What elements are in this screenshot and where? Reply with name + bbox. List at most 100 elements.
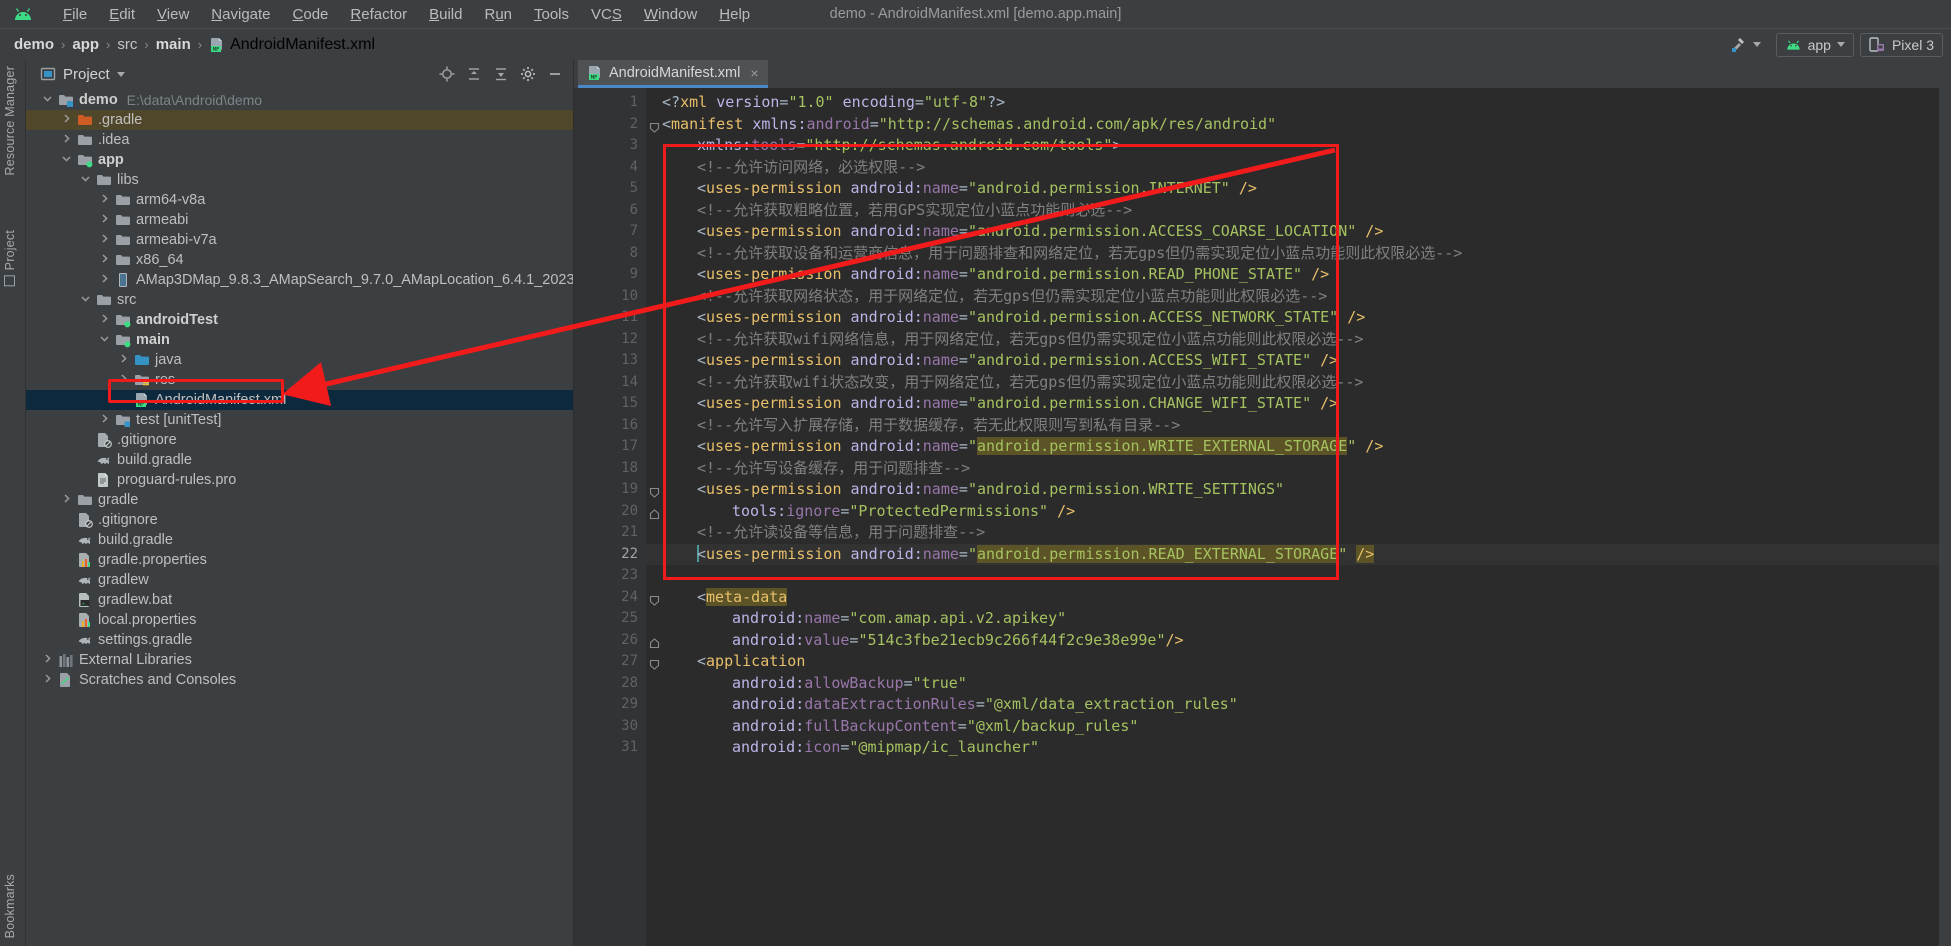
code-line[interactable]: <uses-permission android:name="android.p… (646, 393, 1951, 415)
line-number[interactable]: 25 (574, 608, 646, 630)
chevron-right-icon[interactable] (40, 673, 54, 687)
breadcrumb-app[interactable]: app (72, 36, 99, 53)
tree-item-main[interactable]: main (26, 330, 573, 350)
hide-panel-icon[interactable] (545, 64, 565, 84)
chevron-right-icon[interactable] (40, 653, 54, 667)
line-number[interactable]: 2 (574, 114, 660, 136)
code-line[interactable]: <uses-permission android:name="android.p… (646, 350, 1951, 372)
menu-build[interactable]: Build (418, 4, 473, 25)
expand-all-icon[interactable] (491, 64, 511, 84)
menu-refactor[interactable]: Refactor (339, 4, 418, 25)
line-number[interactable]: 30 (574, 716, 646, 738)
run-configuration-selector[interactable]: app (1775, 32, 1854, 57)
code-line[interactable]: <application (646, 651, 1951, 673)
tree-item-build-gradle[interactable]: build.gradle (26, 450, 573, 470)
code-line[interactable] (646, 565, 1951, 587)
chevron-down-icon[interactable] (40, 93, 54, 107)
code-line[interactable]: <meta-data (646, 587, 1951, 609)
menu-run[interactable]: Run (473, 4, 523, 25)
line-number[interactable]: 5 (574, 178, 646, 200)
line-number[interactable]: 29 (574, 694, 646, 716)
line-number[interactable]: 6 (574, 200, 646, 222)
tree-item-androidtest[interactable]: androidTest (26, 310, 573, 330)
code-line[interactable]: <!--允许写设备缓存，用于问题排查--> (646, 458, 1951, 480)
tree-item-src[interactable]: src (26, 290, 573, 310)
line-number[interactable]: 21 (574, 522, 646, 544)
locate-icon[interactable] (437, 64, 457, 84)
code-line[interactable]: <!--允许获取粗略位置，若用GPS实现定位小蓝点功能则必选--> (646, 200, 1951, 222)
chevron-right-icon[interactable] (116, 353, 130, 367)
breadcrumb-manifest[interactable]: MF AndroidManifest.xml (209, 36, 375, 54)
tree-item-proguard-rules-pro[interactable]: proguard-rules.pro (26, 470, 573, 490)
settings-gear-icon[interactable] (518, 64, 538, 84)
code-line[interactable]: tools:ignore="ProtectedPermissions" /> (646, 501, 1951, 523)
line-number[interactable]: 9 (574, 264, 646, 286)
line-number[interactable]: 10 (574, 286, 646, 308)
code-line[interactable]: <!--允许访问网络，必选权限--> (646, 157, 1951, 179)
tree-item-external-libraries[interactable]: External Libraries (26, 650, 573, 670)
line-number[interactable]: 18 (574, 458, 646, 480)
line-number-gutter[interactable]: 1 2 3 4 5 6 7 8 9 10 11 12 13 14 15 16 17 18 19 20 21 22 23 24 2… (574, 88, 662, 946)
line-number[interactable]: 3 (574, 135, 646, 157)
code-line[interactable]: <uses-permission android:name="android.p… (646, 307, 1951, 329)
tree-item-amap3dmap-9-8-3-amapsearch-9-7-0-amaplocation-6-4-1-20231206-jar[interactable]: AMap3DMap_9.8.3_AMapSearch_9.7.0_AMapLoc… (26, 270, 573, 290)
tree-item-gradle[interactable]: gradle (26, 490, 573, 510)
code-line[interactable]: android:name="com.amap.api.v2.apikey" (646, 608, 1951, 630)
tree-item-java[interactable]: java (26, 350, 573, 370)
menu-help[interactable]: Help (708, 4, 761, 25)
code-line[interactable]: <uses-permission android:name="android.p… (646, 221, 1951, 243)
chevron-right-icon[interactable] (97, 313, 111, 327)
chevron-right-icon[interactable] (59, 113, 73, 127)
line-number[interactable]: 20 (574, 501, 660, 523)
chevron-right-icon[interactable] (97, 233, 111, 247)
tree-item-demo[interactable]: demo E:\data\Android\demo (26, 90, 573, 110)
code-line[interactable]: <uses-permission android:name="android.p… (646, 264, 1951, 286)
chevron-down-icon[interactable] (78, 293, 92, 307)
tree-item-libs[interactable]: libs (26, 170, 573, 190)
tree-item-local-properties[interactable]: local.properties (26, 610, 573, 630)
code-line[interactable]: <uses-permission android:name="android.p… (646, 543, 1951, 565)
editor-marker-strip[interactable] (1939, 88, 1951, 946)
menu-file[interactable]: File (52, 4, 98, 25)
breadcrumb-src[interactable]: src (117, 36, 137, 53)
sidebar-tab-resource-manager[interactable]: Resource Manager (3, 66, 17, 176)
tree-item-gradle-properties[interactable]: gradle.properties (26, 550, 573, 570)
tree-item-settings-gradle[interactable]: settings.gradle (26, 630, 573, 650)
code-line[interactable]: <!--允许获取wifi状态改变，用于网络定位，若无gps但仍需实现定位小蓝点功… (646, 372, 1951, 394)
menu-navigate[interactable]: Navigate (200, 4, 281, 25)
line-number[interactable]: 12 (574, 329, 646, 351)
line-number[interactable]: 27 (574, 651, 660, 673)
tree-item-res[interactable]: res (26, 370, 573, 390)
chevron-right-icon[interactable] (97, 253, 111, 267)
chevron-right-icon[interactable] (97, 273, 111, 287)
device-selector[interactable]: Pixel 3 (1859, 32, 1943, 57)
tree-item-armeabi-v7a[interactable]: armeabi-v7a (26, 230, 573, 250)
close-icon[interactable]: × (750, 65, 758, 81)
build-variant-button[interactable] (1720, 33, 1770, 57)
chevron-down-icon[interactable] (59, 153, 73, 167)
menu-tools[interactable]: Tools (523, 4, 580, 25)
code-line[interactable]: android:fullBackupContent="@xml/backup_r… (646, 716, 1951, 738)
chevron-right-icon[interactable] (59, 133, 73, 147)
line-number[interactable]: 19 (574, 479, 660, 501)
code-line[interactable]: <manifest xmlns:android="http://schemas.… (646, 114, 1951, 136)
code-line[interactable]: <uses-permission android:name="android.p… (646, 479, 1951, 501)
tree-item-armeabi[interactable]: armeabi (26, 210, 573, 230)
tree-item-gradlew[interactable]: gradlew (26, 570, 573, 590)
code-line[interactable]: xmlns:tools="http://schemas.android.com/… (646, 135, 1951, 157)
line-number[interactable]: 8 (574, 243, 646, 265)
chevron-right-icon[interactable] (97, 193, 111, 207)
line-number[interactable]: 1 (574, 92, 646, 114)
tree-item-app[interactable]: app (26, 150, 573, 170)
tree-item-gitignore[interactable]: .gitignore (26, 510, 573, 530)
code-line[interactable]: <!--允许获取设备和运营商信息，用于问题排查和网络定位，若无gps但仍需实现定… (646, 243, 1951, 265)
line-number[interactable]: 23 (574, 565, 646, 587)
code-line[interactable]: <uses-permission android:name="android.p… (646, 436, 1951, 458)
sidebar-tab-project[interactable]: Project (3, 230, 17, 287)
breadcrumb-main[interactable]: main (156, 36, 191, 53)
menu-window[interactable]: Window (633, 4, 708, 25)
chevron-right-icon[interactable] (97, 413, 111, 427)
tree-item-arm64-v8a[interactable]: arm64-v8a (26, 190, 573, 210)
code-editor[interactable]: 1 2 3 4 5 6 7 8 9 10 11 12 13 14 15 16 17 18 19 20 21 22 23 24 2… (574, 88, 1951, 946)
line-number[interactable]: 26 (574, 630, 660, 652)
